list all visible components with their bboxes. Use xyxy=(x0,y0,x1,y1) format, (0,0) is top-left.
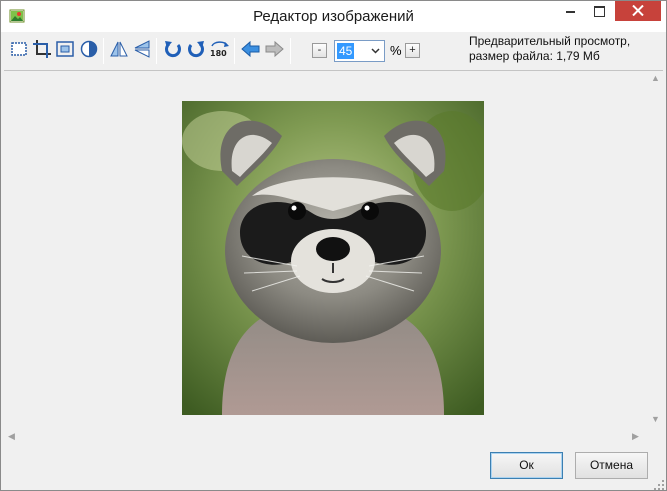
image-canvas[interactable]: ▲ ▼ ◀ ▶ xyxy=(4,70,663,445)
close-icon xyxy=(632,5,644,16)
chevron-down-icon[interactable] xyxy=(371,48,380,54)
maximize-button[interactable] xyxy=(585,1,613,21)
scroll-down-icon[interactable]: ▼ xyxy=(651,414,660,424)
image-editor-window: Редактор изображений 180 - 45 % + Предва… xyxy=(0,0,667,491)
flip-horizontal-icon[interactable] xyxy=(109,39,129,59)
raccoon-photo xyxy=(182,101,484,415)
zoom-select[interactable]: 45 xyxy=(334,40,385,62)
scroll-right-icon[interactable]: ▶ xyxy=(632,431,639,442)
resize-grip-icon[interactable] xyxy=(653,479,665,491)
minimize-button[interactable] xyxy=(557,1,585,21)
toolbar-separator xyxy=(234,38,235,64)
resize-canvas-icon[interactable] xyxy=(55,39,75,59)
vertical-scrollbar[interactable]: ▲ ▼ xyxy=(648,71,663,428)
undo-arrow-icon[interactable] xyxy=(241,39,261,59)
crop-icon[interactable] xyxy=(32,39,52,59)
rotate-right-icon[interactable] xyxy=(186,39,206,59)
select-rectangle-icon[interactable] xyxy=(9,39,29,59)
preview-info-line2: размер файла: 1,79 Мб xyxy=(469,49,600,63)
preview-info: Предварительный просмотр, размер файла: … xyxy=(469,34,664,64)
zoom-out-button[interactable]: - xyxy=(312,43,327,58)
toolbar-separator xyxy=(103,38,104,64)
horizontal-scrollbar[interactable]: ◀ ▶ xyxy=(4,429,648,444)
toolbar-separator xyxy=(290,38,291,64)
scroll-up-icon[interactable]: ▲ xyxy=(651,73,660,83)
ok-button[interactable]: Ок xyxy=(490,452,563,479)
color-adjust-icon[interactable] xyxy=(79,39,99,59)
scrollbar-corner xyxy=(648,429,663,444)
preview-info-line1: Предварительный просмотр, xyxy=(469,34,631,48)
rotate-180-icon[interactable]: 180 xyxy=(209,39,229,59)
title-bar[interactable]: Редактор изображений xyxy=(1,1,666,32)
zoom-percent-label: % xyxy=(390,43,402,58)
rotate-left-icon[interactable] xyxy=(163,39,183,59)
toolbar: 180 - 45 % + Предварительный просмотр, р… xyxy=(1,32,666,70)
toolbar-separator xyxy=(156,38,157,64)
scroll-left-icon[interactable]: ◀ xyxy=(8,431,15,442)
zoom-value[interactable]: 45 xyxy=(337,43,355,59)
zoom-in-button[interactable]: + xyxy=(405,43,420,58)
flip-vertical-icon[interactable] xyxy=(132,39,152,59)
cancel-button[interactable]: Отмена xyxy=(575,452,648,479)
close-button[interactable] xyxy=(615,1,661,21)
redo-arrow-icon[interactable] xyxy=(264,39,284,59)
rotate-180-label: 180 xyxy=(210,49,227,58)
